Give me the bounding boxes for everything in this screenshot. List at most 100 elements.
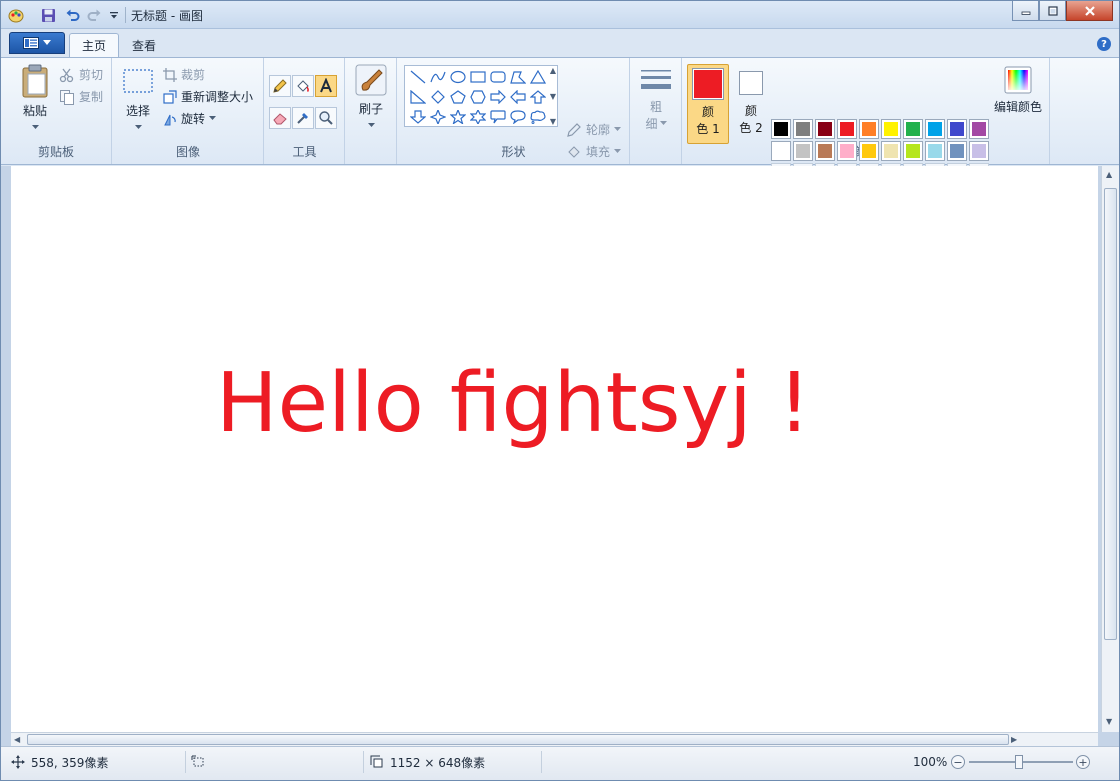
palette-color-swatch[interactable] [881, 141, 901, 161]
paste-button[interactable]: 粘贴 [15, 64, 55, 130]
maximize-button[interactable] [1039, 1, 1066, 21]
color1-swatch-frame [692, 68, 724, 100]
shape-oval-callout[interactable] [508, 107, 528, 127]
eraser-tool[interactable] [269, 107, 291, 129]
palette-color-swatch[interactable] [903, 141, 923, 161]
horizontal-scrollbar[interactable]: ◀ ▶ [11, 732, 1098, 746]
shape-polygon[interactable] [508, 67, 528, 87]
shape-curve[interactable] [428, 67, 448, 87]
shape-down-arrow[interactable] [408, 107, 428, 127]
tab-view[interactable]: 查看 [120, 33, 168, 57]
size-button[interactable]: 粗 细 [637, 68, 675, 132]
gallery-expand-icon[interactable]: ▼ [550, 117, 556, 126]
palette-color-swatch[interactable] [859, 141, 879, 161]
shape-hexagon[interactable] [468, 87, 488, 107]
shape-five-point-star[interactable] [448, 107, 468, 127]
palette-color-swatch[interactable] [815, 119, 835, 139]
shape-pentagon[interactable] [448, 87, 468, 107]
size-dropdown-icon[interactable] [659, 121, 667, 126]
horizontal-scroll-thumb[interactable] [27, 734, 1009, 745]
shape-four-point-star[interactable] [428, 107, 448, 127]
shape-six-point-star[interactable] [468, 107, 488, 127]
palette-color-swatch[interactable] [771, 141, 791, 161]
vertical-scrollbar[interactable]: ▲ ▼ [1101, 166, 1119, 732]
shape-up-arrow[interactable] [528, 87, 548, 107]
tab-home[interactable]: 主页 [69, 33, 120, 57]
fill-dropdown-icon[interactable] [614, 149, 622, 154]
save-icon[interactable] [39, 6, 57, 24]
paint-app-icon[interactable] [7, 6, 25, 24]
zoom-slider-thumb[interactable] [1015, 755, 1023, 769]
shape-rounded-callout[interactable] [488, 107, 508, 127]
outline-button[interactable]: 轮廓 [566, 121, 622, 138]
shape-triangle[interactable] [528, 67, 548, 87]
scroll-right-icon[interactable]: ▶ [1011, 735, 1017, 744]
zoom-in-button[interactable]: + [1076, 755, 1090, 769]
shape-right-arrow[interactable] [488, 87, 508, 107]
rotate-button[interactable]: 旋转 [163, 110, 217, 127]
color1-button[interactable]: 颜 色 1 [687, 64, 729, 144]
shape-left-arrow[interactable] [508, 87, 528, 107]
palette-color-swatch[interactable] [793, 141, 813, 161]
palette-color-swatch[interactable] [837, 119, 857, 139]
scroll-down-icon[interactable]: ▼ [1106, 717, 1112, 726]
chevron-up-icon[interactable]: ▲ [550, 66, 556, 75]
palette-color-swatch[interactable] [859, 119, 879, 139]
copy-button[interactable]: 复制 [59, 88, 103, 105]
shape-rounded-rectangle[interactable] [488, 67, 508, 87]
text-tool[interactable] [315, 75, 337, 97]
shape-oval[interactable] [448, 67, 468, 87]
minimize-button[interactable] [1012, 1, 1039, 21]
shape-line[interactable] [408, 67, 428, 87]
shape-diamond[interactable] [428, 87, 448, 107]
palette-color-swatch[interactable] [947, 119, 967, 139]
select-dropdown-icon[interactable] [134, 125, 142, 130]
palette-color-swatch[interactable] [925, 141, 945, 161]
canvas-text[interactable]: Hello fightsyj ! [216, 356, 811, 451]
shapes-gallery-scroll[interactable]: ▲ ▼ ▼ [547, 66, 559, 126]
edit-colors-button[interactable]: 编辑颜色 [993, 66, 1043, 115]
palette-color-swatch[interactable] [881, 119, 901, 139]
palette-color-swatch[interactable] [969, 141, 989, 161]
chevron-down-icon[interactable]: ▼ [550, 92, 556, 101]
palette-color-swatch[interactable] [903, 119, 923, 139]
redo-icon[interactable] [85, 6, 103, 24]
palette-color-swatch[interactable] [815, 141, 835, 161]
palette-color-swatch[interactable] [771, 119, 791, 139]
brushes-dropdown-icon[interactable] [367, 123, 375, 128]
cut-button[interactable]: 剪切 [59, 66, 103, 83]
palette-color-swatch[interactable] [925, 119, 945, 139]
palette-color-swatch[interactable] [837, 141, 857, 161]
paste-dropdown-icon[interactable] [31, 125, 39, 130]
rotate-dropdown-icon[interactable] [209, 116, 217, 121]
palette-color-swatch[interactable] [793, 119, 813, 139]
close-button[interactable] [1066, 1, 1113, 21]
select-button[interactable]: 选择 [121, 68, 155, 130]
paint-menu-button[interactable] [9, 32, 65, 54]
shape-cloud-callout[interactable] [528, 107, 548, 127]
magnifier-tool[interactable] [315, 107, 337, 129]
shape-rectangle[interactable] [468, 67, 488, 87]
undo-icon[interactable] [63, 6, 81, 24]
fill-tool[interactable] [292, 75, 314, 97]
resize-button[interactable]: 重新调整大小 [163, 88, 253, 105]
help-icon[interactable]: ? [1097, 37, 1111, 51]
color-picker-tool[interactable] [292, 107, 314, 129]
color2-button[interactable]: 颜 色 2 [730, 64, 772, 144]
palette-color-swatch[interactable] [969, 119, 989, 139]
palette-color-swatch[interactable] [947, 141, 967, 161]
scroll-left-icon[interactable]: ◀ [14, 735, 20, 744]
customize-quick-access-icon[interactable] [105, 6, 123, 24]
zoom-out-button[interactable]: − [951, 755, 965, 769]
outline-dropdown-icon[interactable] [614, 127, 622, 132]
brushes-button[interactable]: 刷子 [352, 64, 390, 128]
vertical-scroll-thumb[interactable] [1104, 188, 1117, 640]
crop-button[interactable]: 裁剪 [163, 66, 205, 83]
shape-right-triangle[interactable] [408, 87, 428, 107]
scroll-up-icon[interactable]: ▲ [1106, 170, 1112, 179]
color2-label-line2: 色 2 [739, 121, 763, 135]
palette-color-fill [840, 122, 854, 136]
drawing-canvas[interactable]: Hello fightsyj ! [11, 166, 1098, 732]
fill-button[interactable]: 填充 [566, 143, 622, 160]
pencil-tool[interactable] [269, 75, 291, 97]
